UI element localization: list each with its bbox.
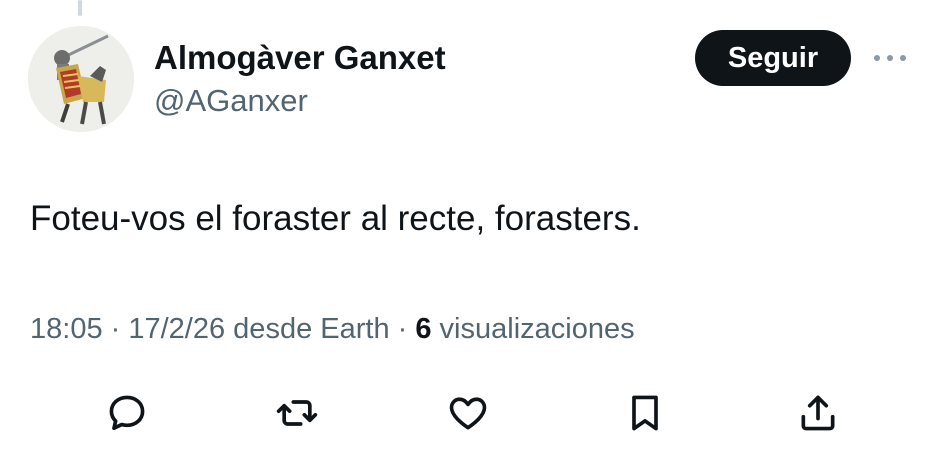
retweet-icon bbox=[276, 400, 318, 426]
heart-icon bbox=[449, 397, 487, 430]
share-button[interactable] bbox=[790, 385, 846, 441]
share-icon bbox=[801, 395, 835, 431]
follow-button[interactable]: Seguir bbox=[695, 30, 851, 86]
reply-icon bbox=[109, 395, 145, 431]
author-display-name[interactable]: Almogàver Ganxet bbox=[154, 38, 446, 78]
views-count[interactable]: 6 bbox=[415, 313, 431, 345]
more-horizontal-icon bbox=[874, 55, 906, 61]
views-label[interactable]: visualizaciones bbox=[432, 313, 635, 345]
meta-separator: · bbox=[102, 313, 129, 345]
tweet-action-bar bbox=[0, 385, 942, 441]
thread-connector-line bbox=[78, 0, 82, 16]
bookmark-button[interactable] bbox=[617, 385, 673, 441]
more-options-button[interactable] bbox=[868, 46, 912, 70]
tweet-time[interactable]: 18:05 bbox=[30, 313, 103, 345]
like-button[interactable] bbox=[440, 385, 496, 441]
tweet-text: Foteu-vos el foraster al recte, foraster… bbox=[30, 199, 641, 238]
tweet-metadata: 18:05 · 17/2/26 desde Earth · 6 visualiz… bbox=[30, 310, 635, 348]
author-handle[interactable]: @AGanxer bbox=[154, 82, 308, 120]
tweet-source: desde Earth bbox=[225, 313, 390, 345]
tweet-date[interactable]: 17/2/26 bbox=[128, 313, 225, 345]
avatar[interactable] bbox=[28, 26, 134, 132]
reply-button[interactable] bbox=[99, 385, 155, 441]
retweet-button[interactable] bbox=[269, 385, 325, 441]
bookmark-icon bbox=[632, 395, 658, 431]
knight-avatar-icon bbox=[28, 26, 134, 132]
meta-separator: · bbox=[389, 313, 416, 345]
